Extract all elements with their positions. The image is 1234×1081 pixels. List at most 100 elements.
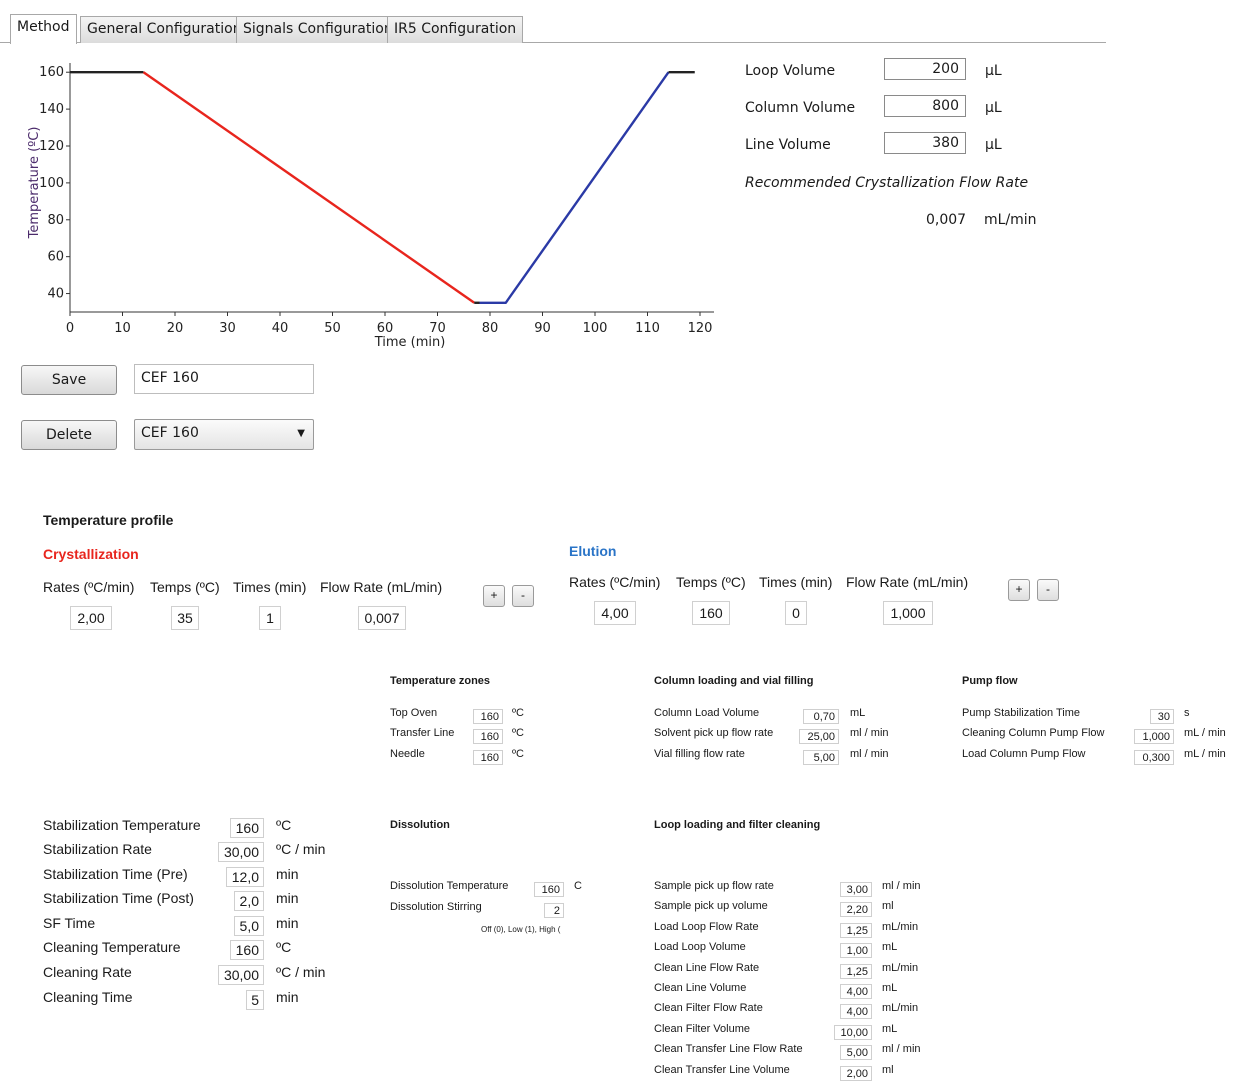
x-tick-label: 60 xyxy=(377,321,394,336)
stab-rate-unit: ºC / min xyxy=(276,841,326,857)
loop-loading-row-input[interactable]: 10,00 xyxy=(834,1024,872,1040)
y-tick-label: 40 xyxy=(47,287,64,302)
dissolution-stirring-input[interactable]: 2 xyxy=(544,903,564,918)
stab-rate-input[interactable]: 30,00 xyxy=(218,842,264,862)
loop-loading-row-unit: ml xyxy=(882,900,894,913)
stab-time-pre-label: Stabilization Time (Pre) xyxy=(43,866,188,882)
loop-loading-row-input[interactable]: 4,00 xyxy=(840,984,872,999)
x-tick-label: 20 xyxy=(167,321,184,336)
loop-loading-row-unit: mL/min xyxy=(882,920,919,933)
cryst-times-header: Times (min) xyxy=(233,579,307,595)
elut-time-input[interactable]: 0 xyxy=(785,601,807,625)
loop-volume-unit: µL xyxy=(985,63,1002,79)
loop-loading-row-input[interactable]: 1,25 xyxy=(840,922,872,938)
method-select-value: CEF 160 xyxy=(141,425,199,441)
elut-remove-button[interactable]: - xyxy=(1037,579,1059,601)
transfer-line-input[interactable]: 160 xyxy=(473,729,503,744)
loop-loading-row-unit: mL/min xyxy=(882,961,919,974)
cleaning-temperature-unit: ºC xyxy=(276,939,292,955)
cleaning-time-input[interactable]: 5 xyxy=(246,990,264,1010)
stab-temperature-input[interactable]: 160 xyxy=(230,818,264,838)
loop-loading-row-input[interactable]: 3,00 xyxy=(840,882,872,897)
cleaning-temperature-input[interactable]: 160 xyxy=(230,940,264,960)
line-volume-input[interactable]: 380 xyxy=(884,132,966,154)
series-line-1 xyxy=(142,71,475,304)
y-tick-label: 160 xyxy=(39,65,64,80)
stab-time-pre-input[interactable]: 12,0 xyxy=(226,867,264,887)
cryst-remove-button[interactable]: - xyxy=(512,585,534,607)
elut-add-button[interactable]: + xyxy=(1008,579,1030,601)
column-volume-input[interactable]: 800 xyxy=(884,95,966,117)
needle-input[interactable]: 160 xyxy=(473,750,503,765)
stab-time-pre-unit: min xyxy=(276,866,299,882)
chevron-down-icon: ▼ xyxy=(297,428,305,439)
dissolution-stirring-hint: Off (0), Low (1), High ( xyxy=(481,925,561,934)
x-tick-label: 90 xyxy=(534,321,551,336)
x-tick-label: 10 xyxy=(114,321,131,336)
cryst-temps-header: Temps (ºC) xyxy=(150,579,220,595)
loop-loading-row-input[interactable]: 2,00 xyxy=(840,1065,872,1081)
cleaning-rate-unit: ºC / min xyxy=(276,964,326,980)
recommended-flow-rate-value: 0,007 xyxy=(926,212,967,228)
cryst-flowrate-input[interactable]: 0,007 xyxy=(358,606,406,630)
loop-loading-row-input[interactable]: 5,00 xyxy=(840,1045,872,1061)
loop-loading-row-input[interactable]: 1,00 xyxy=(840,943,872,959)
elut-rates-header: Rates (ºC/min) xyxy=(569,574,661,590)
pump-stabilization-input[interactable]: 30 xyxy=(1150,709,1174,724)
y-tick-label: 120 xyxy=(39,139,64,154)
cryst-temp-input[interactable]: 35 xyxy=(171,606,199,630)
elution-title: Elution xyxy=(569,543,617,559)
elut-temp-input[interactable]: 160 xyxy=(692,601,730,625)
tab-method[interactable]: Method xyxy=(10,14,77,44)
pump-stabilization-unit: s xyxy=(1184,707,1190,719)
cryst-add-button[interactable]: + xyxy=(483,585,505,607)
loop-loading-row-label: Clean Filter Volume xyxy=(654,1022,750,1035)
loop-volume-input[interactable]: 200 xyxy=(884,58,966,80)
stab-temperature-unit: ºC xyxy=(276,817,292,833)
column-load-volume-unit: mL xyxy=(850,707,866,719)
y-tick-label: 100 xyxy=(39,176,64,191)
loop-volume-label: Loop Volume xyxy=(745,63,836,79)
save-button[interactable]: Save xyxy=(21,365,117,395)
sf-time-label: SF Time xyxy=(43,915,96,931)
delete-button[interactable]: Delete xyxy=(21,420,117,450)
tab-general-configuration[interactable]: General Configuration xyxy=(80,16,249,43)
cleaning-temperature-label: Cleaning Temperature xyxy=(43,939,181,955)
loop-loading-row-label: Sample pick up flow rate xyxy=(654,880,774,892)
vial-filling-flow-input[interactable]: 5,00 xyxy=(803,750,839,765)
pump-flow-title: Pump flow xyxy=(962,675,1018,687)
column-load-volume-input[interactable]: 0,70 xyxy=(803,709,839,724)
loop-loading-row-input[interactable]: 4,00 xyxy=(840,1004,872,1020)
loop-loading-row-unit: ml / min xyxy=(882,1043,921,1056)
line-volume-label: Line Volume xyxy=(745,137,831,153)
stab-time-post-input[interactable]: 2,0 xyxy=(234,891,264,911)
x-tick-label: 80 xyxy=(482,321,499,336)
loop-loading-row-label: Load Loop Flow Rate xyxy=(654,920,759,933)
loop-loading-row-label: Sample pick up volume xyxy=(654,900,768,913)
cleaning-rate-input[interactable]: 30,00 xyxy=(218,965,264,985)
loop-loading-row-unit: mL/min xyxy=(882,1002,919,1015)
loop-loading-row-input[interactable]: 1,25 xyxy=(840,963,872,979)
cryst-rate-input[interactable]: 2,00 xyxy=(70,606,112,630)
temperature-profile-title: Temperature profile xyxy=(43,512,174,528)
dissolution-temperature-unit: C xyxy=(574,880,582,892)
cryst-time-input[interactable]: 1 xyxy=(259,606,281,630)
elut-flowrate-input[interactable]: 1,000 xyxy=(883,601,933,625)
load-column-flow-unit: mL / min xyxy=(1184,748,1226,760)
method-select[interactable]: CEF 160 ▼ xyxy=(134,419,314,450)
recommended-flow-rate-unit: mL/min xyxy=(984,212,1037,228)
cleaning-column-flow-input[interactable]: 1,000 xyxy=(1134,729,1174,744)
loop-loading-row-input[interactable]: 2,20 xyxy=(840,902,872,918)
tab-ir5-configuration[interactable]: IR5 Configuration xyxy=(387,16,524,43)
sf-time-input[interactable]: 5,0 xyxy=(234,916,264,936)
dissolution-temperature-input[interactable]: 160 xyxy=(534,882,564,897)
load-column-flow-input[interactable]: 0,300 xyxy=(1134,750,1174,765)
top-oven-input[interactable]: 160 xyxy=(473,709,503,724)
needle-unit: ºC xyxy=(512,748,524,760)
y-tick-label: 140 xyxy=(39,102,64,117)
solvent-pickup-flow-input[interactable]: 25,00 xyxy=(799,729,839,744)
loop-loading-title: Loop loading and filter cleaning xyxy=(654,819,821,831)
elut-rate-input[interactable]: 4,00 xyxy=(594,601,636,625)
method-name-input[interactable]: CEF 160 xyxy=(134,364,314,394)
tab-signals-configuration[interactable]: Signals Configuration xyxy=(236,16,400,43)
